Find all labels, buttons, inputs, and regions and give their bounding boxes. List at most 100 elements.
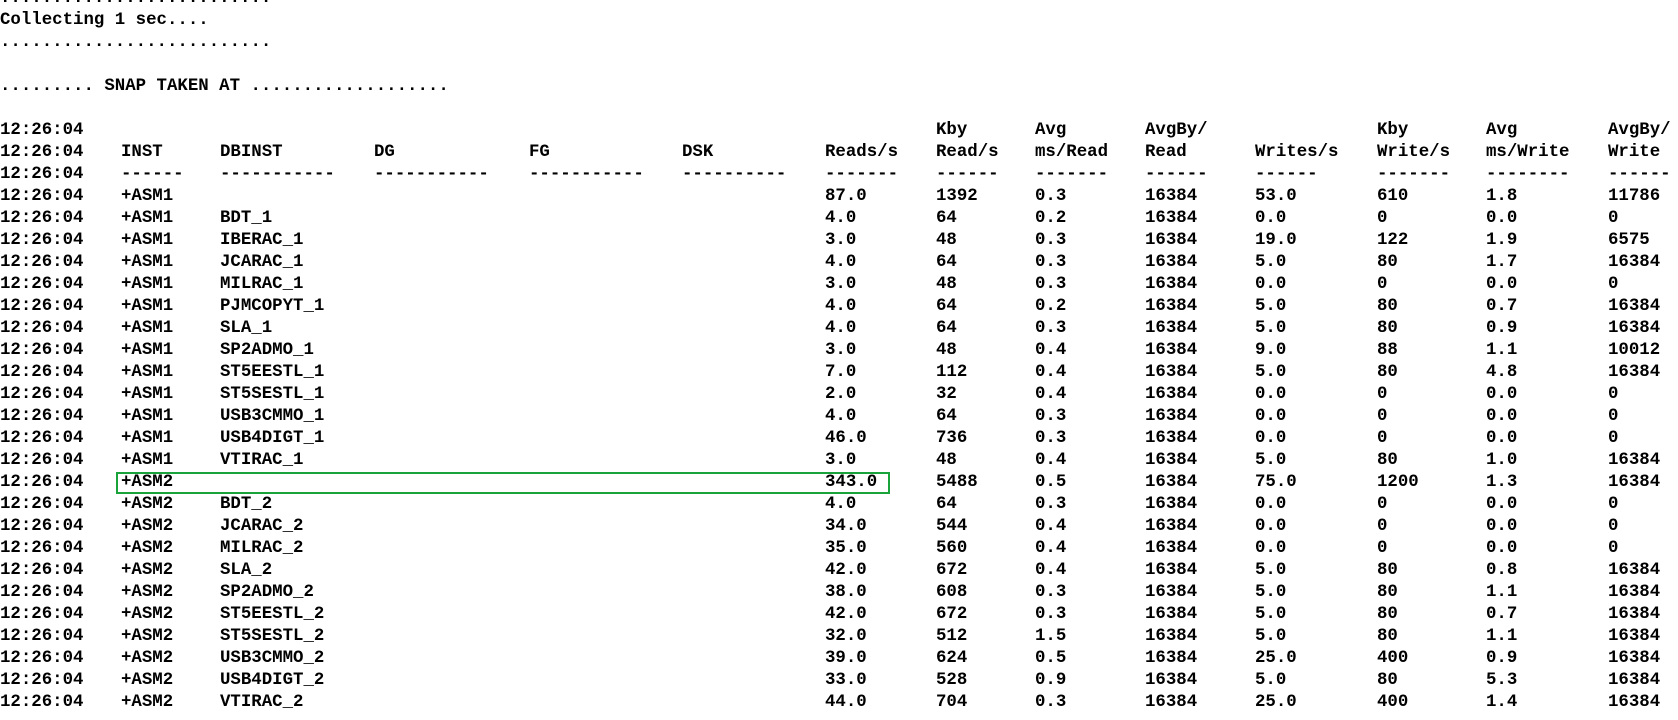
cell: FG [529,143,550,162]
cell: 672 [936,561,968,580]
cell: 64 [936,253,957,272]
cell: 0.0 [1255,275,1287,294]
cell: 11786 [1608,187,1661,206]
cell: +ASM2 [121,495,174,514]
cell: 16384 [1145,561,1198,580]
cell: 12:26:04 [0,429,84,448]
cell: ------- [825,165,899,184]
cell: 5.0 [1255,451,1287,470]
cell: 1.9 [1486,231,1518,250]
cell: 46.0 [825,429,867,448]
intro-line: .......................... [0,0,271,10]
cell: +ASM1 [121,209,174,228]
cell: 12:26:04 [0,517,84,536]
cell: ------ [1608,165,1671,184]
cell: 12:26:04 [0,187,84,206]
cell: +ASM1 [121,231,174,250]
cell: DSK [682,143,714,162]
cell: +ASM2 [121,671,174,690]
cell: 48 [936,451,957,470]
cell: BDT_1 [220,209,273,228]
cell: +ASM2 [121,627,174,646]
cell: 0.2 [1035,297,1067,316]
cell: 80 [1377,363,1398,382]
cell: 5.0 [1255,297,1287,316]
cell: 16384 [1145,385,1198,404]
cell: 0 [1377,275,1388,294]
cell: BDT_2 [220,495,273,514]
cell: USB3CMMO_2 [220,649,325,668]
cell: 528 [936,671,968,690]
cell: 5.0 [1255,319,1287,338]
cell: 16384 [1145,627,1198,646]
cell: 0.0 [1255,539,1287,558]
cell: +ASM2 [121,605,174,624]
cell: 1200 [1377,473,1419,492]
cell: 16384 [1145,319,1198,338]
cell: 12:26:04 [0,561,84,580]
cell: 16384 [1145,671,1198,690]
cell: 610 [1377,187,1409,206]
cell: 53.0 [1255,187,1297,206]
highlight-box [116,472,890,494]
cell: 0.0 [1486,407,1518,426]
cell: 5.0 [1255,605,1287,624]
cell: 5488 [936,473,978,492]
cell: 0 [1377,407,1388,426]
cell: 0.0 [1486,275,1518,294]
cell: 64 [936,319,957,338]
cell: 16384 [1145,209,1198,228]
cell: ------ [1255,165,1318,184]
cell: 16384 [1145,231,1198,250]
cell: 80 [1377,451,1398,470]
cell: +ASM2 [121,583,174,602]
cell: 80 [1377,605,1398,624]
cell: +ASM1 [121,385,174,404]
cell: 75.0 [1255,473,1297,492]
cell: ST5SESTL_1 [220,385,325,404]
intro-line: .......................... [0,33,272,52]
cell: +ASM1 [121,429,174,448]
cell: 64 [936,297,957,316]
cell: 0.0 [1486,429,1518,448]
cell: 0 [1608,385,1619,404]
cell: 42.0 [825,561,867,580]
cell: ms/Read [1035,143,1109,162]
cell: 39.0 [825,649,867,668]
cell: ST5EESTL_2 [220,605,325,624]
cell: 0.3 [1035,583,1067,602]
cell: +ASM2 [121,649,174,668]
cell: 16384 [1608,671,1661,690]
cell: +ASM2 [121,539,174,558]
cell: 0.9 [1486,649,1518,668]
cell: ms/Write [1486,143,1570,162]
cell: 0.0 [1255,385,1287,404]
cell: Kby [1377,121,1409,140]
cell: USB4DIGT_1 [220,429,325,448]
cell: 16384 [1145,253,1198,272]
cell: 3.0 [825,451,857,470]
cell: 16384 [1145,297,1198,316]
cell: USB4DIGT_2 [220,671,325,690]
cell: 0.4 [1035,363,1067,382]
cell: +ASM2 [121,561,174,580]
cell: Read [1145,143,1187,162]
cell: 16384 [1608,253,1661,272]
intro-line: ......... SNAP TAKEN AT ................… [0,77,449,96]
cell: 12:26:04 [0,605,84,624]
intro-line: Collecting 1 sec.... [0,11,209,30]
cell: 0.4 [1035,561,1067,580]
cell: 0 [1608,275,1619,294]
cell: 5.0 [1255,671,1287,690]
cell: 12:26:04 [0,341,84,360]
cell: +ASM1 [121,319,174,338]
cell: 0.3 [1035,253,1067,272]
cell: 3.0 [825,341,857,360]
cell: 16384 [1145,605,1198,624]
cell: 4.0 [825,319,857,338]
cell: 12:26:04 [0,363,84,382]
cell: 12:26:04 [0,319,84,338]
cell: 0.0 [1486,517,1518,536]
cell: +ASM1 [121,275,174,294]
cell: 5.3 [1486,671,1518,690]
